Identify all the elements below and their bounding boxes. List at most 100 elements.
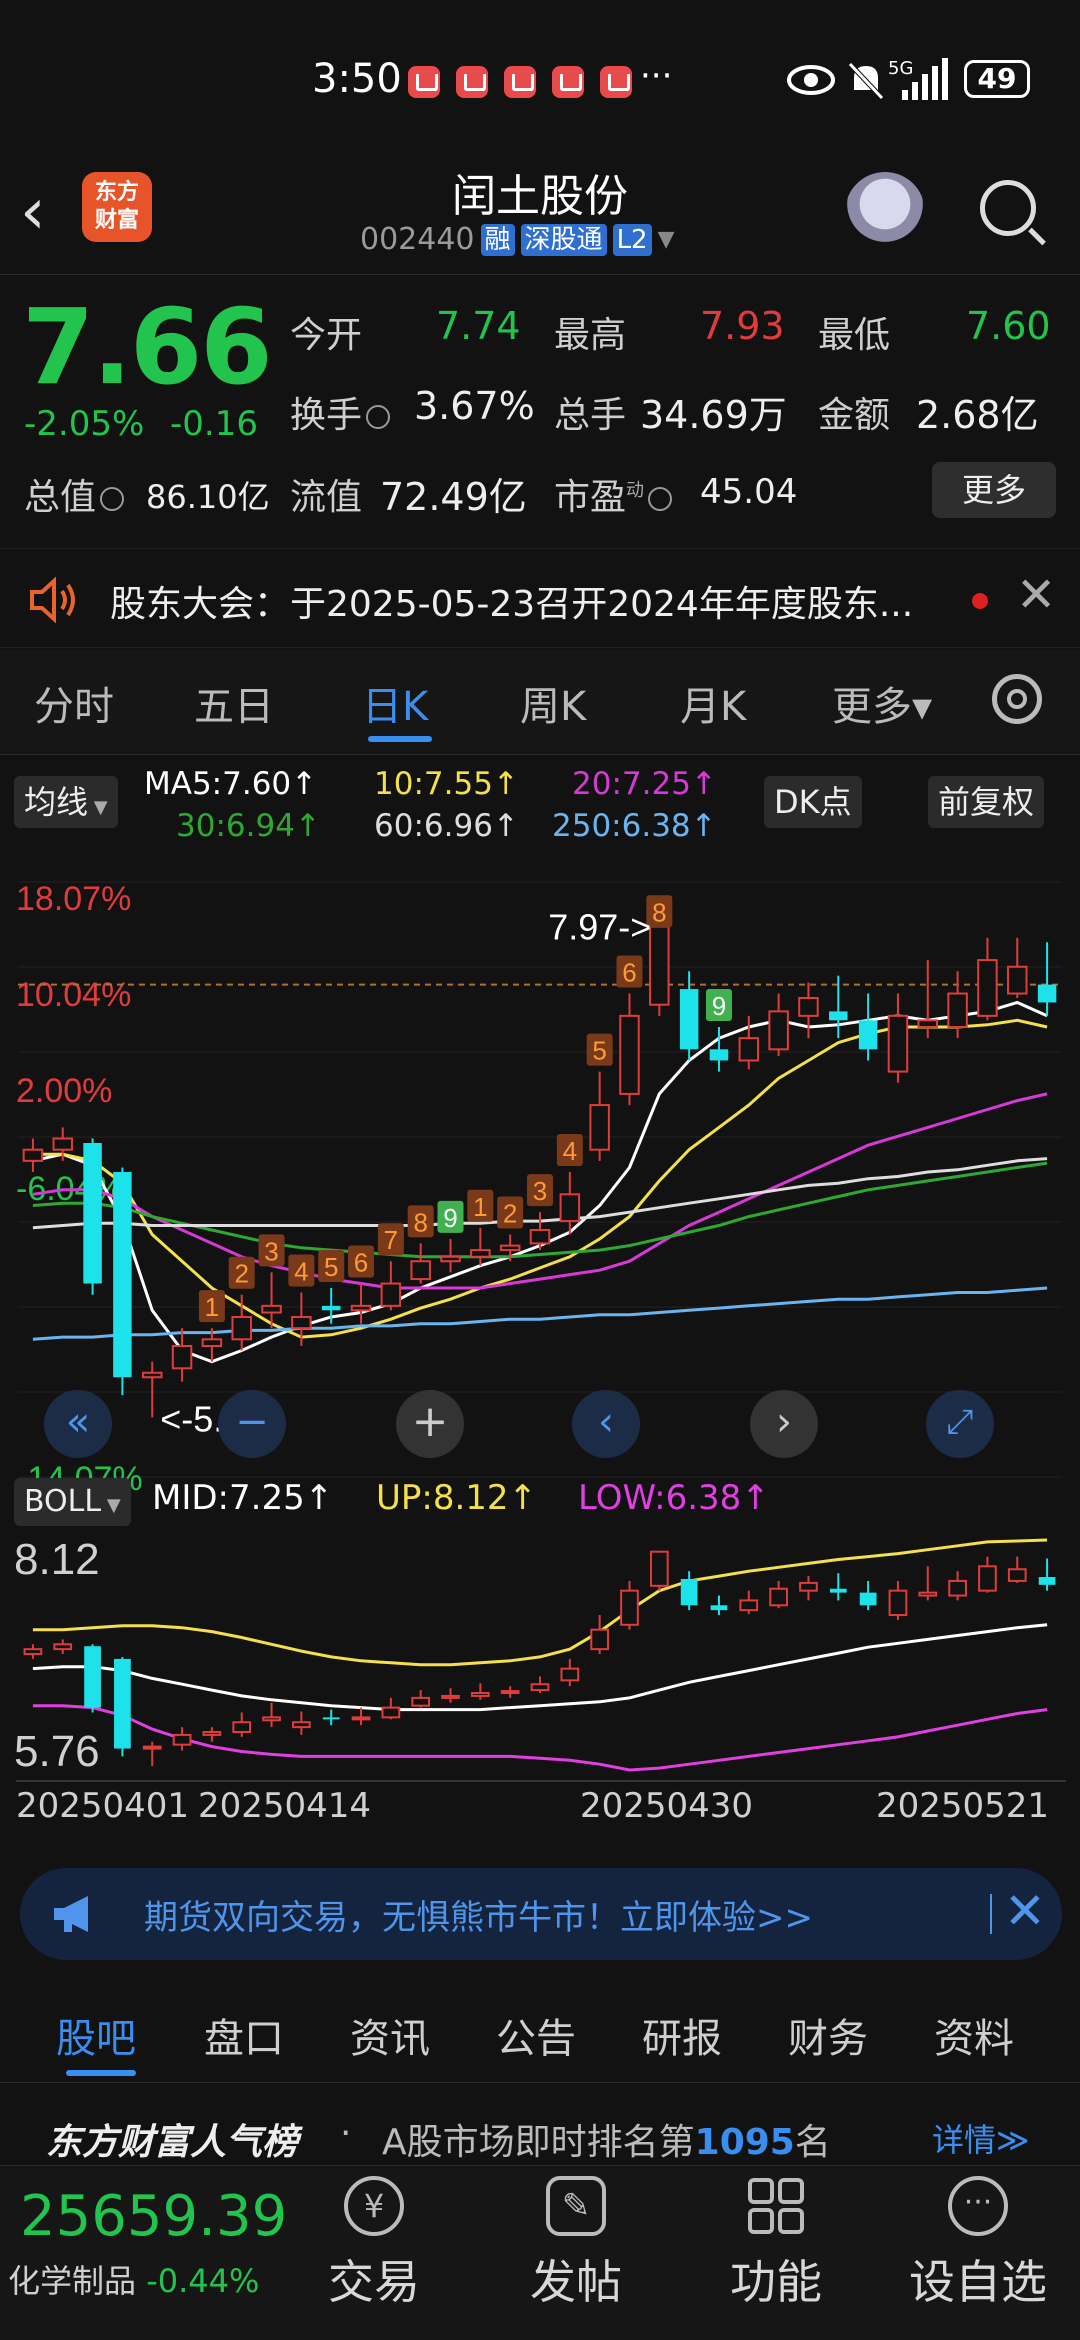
mktcap-label[interactable]: 总值	[24, 468, 128, 520]
fullscreen-icon[interactable]: ⤢	[926, 1390, 994, 1458]
candle-body	[22, 1148, 44, 1162]
zoom-out-icon[interactable]: −	[218, 1390, 286, 1458]
amount-label: 金额	[818, 395, 891, 436]
tab-weekly-k[interactable]: 周K	[520, 674, 586, 732]
boll-candle-body	[978, 1565, 997, 1592]
date-axis-line	[16, 1780, 1066, 1782]
tab-news[interactable]: 资讯	[350, 2006, 430, 2064]
open-value: 7.74	[436, 304, 521, 348]
candle-body	[947, 992, 968, 1029]
candle-body	[499, 1244, 521, 1252]
scroll-right-icon[interactable]: ›	[750, 1390, 818, 1458]
tab-announcements[interactable]: 公告	[496, 2006, 576, 2064]
rank-brand: 东方财富人气榜	[46, 2122, 299, 2163]
td-count-label: 2	[503, 1198, 517, 1228]
volume-label: 总手	[554, 395, 627, 436]
amount-value: 2.68亿	[916, 393, 1039, 437]
rank-suffix: 名	[794, 2122, 831, 2163]
candle-body	[709, 1049, 729, 1061]
promo-banner[interactable]: 期货双向交易，无惧熊市牛市！立即体验>> ✕	[20, 1868, 1062, 1960]
tab-finance[interactable]: 财务	[788, 2006, 868, 2064]
adjust-select[interactable]: 前复权	[928, 776, 1045, 828]
tab-monthly-k[interactable]: 月K	[680, 674, 746, 732]
boll-candle-body	[620, 1589, 639, 1626]
popularity-rank-row[interactable]: 东方财富人气榜 · A股市场即时排名第1095名 详情≫	[0, 2085, 1080, 2165]
dk-point-button[interactable]: DK点	[764, 776, 862, 828]
scroll-left-icon[interactable]: ‹	[572, 1390, 640, 1458]
candle-body	[113, 1172, 132, 1378]
pe-label[interactable]: 市盈动	[554, 468, 676, 520]
boll-candle-body	[84, 1646, 101, 1708]
announcement-bar[interactable]: 股东大会：于2025-05-23召开2024年年度股东... ✕	[0, 548, 1080, 648]
td-count-label: 3	[264, 1236, 278, 1266]
notification-icon	[504, 66, 536, 98]
candle-body	[1037, 984, 1057, 1003]
nav-trade[interactable]: ¥ 交易	[294, 2176, 454, 2312]
tab-daily-k[interactable]: 日K	[362, 674, 428, 732]
info-icon[interactable]	[366, 405, 391, 429]
robot-assistant-icon[interactable]	[845, 172, 925, 252]
td-count-label: 7	[384, 1225, 398, 1255]
candle-body	[887, 1014, 909, 1073]
candle-body	[649, 925, 670, 1006]
tab-intraday[interactable]: 分时	[34, 674, 114, 732]
indicator-select[interactable]: 均线 ▼	[14, 776, 118, 828]
tab-research[interactable]: 研报	[642, 2006, 722, 2064]
boll-candle-body	[829, 1588, 847, 1593]
rank-dot: ·	[340, 2113, 352, 2154]
nav-functions-label: 功能	[730, 2255, 822, 2309]
td-count-label: 5	[324, 1252, 338, 1282]
float-value: 72.49亿	[380, 475, 527, 519]
boll-candle-body	[114, 1658, 131, 1749]
tab-guba[interactable]: 股吧	[56, 2006, 136, 2064]
boll-candle-body	[23, 1648, 43, 1656]
close-icon[interactable]: ✕	[1016, 571, 1056, 619]
close-icon[interactable]: ✕	[1004, 1882, 1046, 1940]
mute-bell-icon	[848, 62, 884, 100]
pct-axis-label: 10.04%	[16, 976, 131, 1014]
ma10-legend: 10:7.55↑	[374, 766, 519, 802]
date-label: 20250401	[16, 1786, 190, 1826]
low-label: 最低	[818, 315, 891, 356]
current-price: 7.66	[22, 286, 273, 408]
bottom-navigation: 25659.39 化学制品 -0.44% ¥ 交易 ✎ 发帖 功能 ··· 设自…	[0, 2165, 1080, 2340]
nav-post[interactable]: ✎ 发帖	[496, 2176, 656, 2312]
td-count-label: 8	[413, 1207, 427, 1237]
boll-candle-body	[888, 1589, 908, 1617]
boll-candle-body	[381, 1706, 401, 1719]
zoom-out-far-icon[interactable]: «	[44, 1390, 112, 1458]
td-count-label: 3	[533, 1176, 547, 1206]
chevron-down-icon[interactable]: ▼	[658, 227, 675, 252]
tab-5day[interactable]: 五日	[194, 674, 274, 732]
signal-icon	[902, 58, 948, 100]
ma30-legend: 30:6.94↑	[176, 808, 321, 844]
tab-pankou[interactable]: 盘口	[204, 2006, 284, 2064]
sub-indicator-select[interactable]: BOLL ▼	[14, 1478, 131, 1526]
info-icon[interactable]	[648, 487, 673, 511]
tab-more[interactable]: 更多▾	[832, 674, 932, 732]
boll-chart[interactable]: 8.12 5.76	[0, 1530, 1080, 1780]
date-label: 20250414	[198, 1786, 372, 1826]
more-quote-button[interactable]: 更多	[932, 462, 1056, 518]
boll-top-label: 8.12	[14, 1535, 100, 1584]
sector-index-value[interactable]: 25659.39	[20, 2184, 287, 2249]
ma20-legend: 20:7.25↑	[572, 766, 717, 802]
info-icon[interactable]	[100, 487, 125, 511]
tab-profile[interactable]: 资料	[934, 2006, 1014, 2064]
gear-icon[interactable]	[992, 674, 1042, 724]
nav-watchlist[interactable]: ··· 设自选	[898, 2176, 1058, 2312]
high-label: 最高	[554, 315, 627, 356]
nav-functions[interactable]: 功能	[696, 2176, 856, 2312]
sector-index-row[interactable]: 化学制品 -0.44%	[8, 2256, 259, 2302]
search-icon[interactable]	[980, 180, 1036, 236]
boll-bottom-label: 5.76	[14, 1727, 100, 1776]
more-dots-icon: ···	[948, 2176, 1008, 2236]
rank-number: 1095	[694, 2122, 795, 2163]
turnover-label[interactable]: 换手	[290, 386, 394, 438]
stock-code: 002440	[360, 222, 475, 257]
boll-type: BOLL	[24, 1484, 102, 1519]
candle-body	[738, 1037, 760, 1062]
zoom-in-icon[interactable]: +	[396, 1390, 464, 1458]
rank-details-link[interactable]: 详情≫	[932, 2115, 1030, 2161]
boll-candle-body	[530, 1683, 550, 1692]
